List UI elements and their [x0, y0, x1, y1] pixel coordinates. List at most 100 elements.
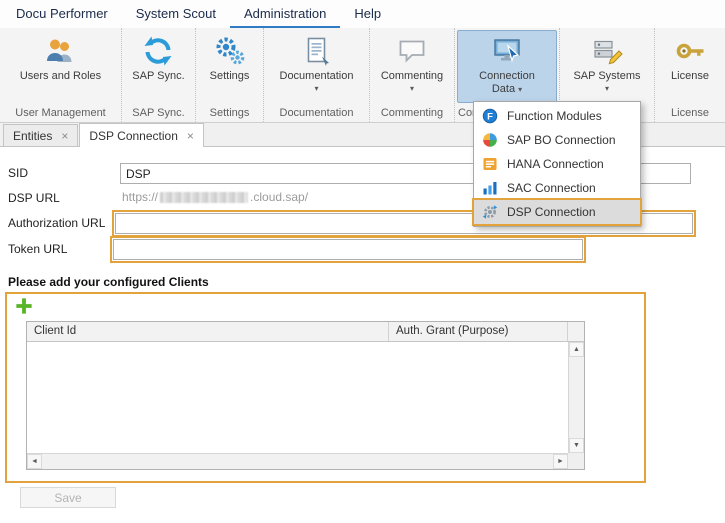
scroll-right-icon[interactable]: ► — [553, 454, 568, 469]
license-key-icon — [674, 35, 706, 67]
dsp-gear-icon — [482, 204, 498, 220]
column-header-auth-grant[interactable]: Auth. Grant (Purpose) — [389, 322, 568, 341]
users-icon — [44, 35, 76, 67]
menu-item-label: Docu Performer — [16, 6, 108, 21]
ribbon-button-label: SAP Sync. — [132, 70, 184, 83]
ribbon-button-label: Settings — [210, 70, 250, 83]
tab-label: DSP Connection — [89, 129, 178, 143]
dsp-url-value: https:// .cloud.sap/ — [122, 190, 308, 204]
sac-chart-icon — [482, 180, 498, 196]
column-header-client-id[interactable]: Client Id — [27, 322, 389, 341]
sid-label: SID — [8, 166, 28, 180]
token-url-highlight-box — [110, 236, 586, 263]
sap-systems-button[interactable]: SAP Systems ▾ — [566, 30, 647, 103]
tab-entities[interactable]: Entities × — [3, 124, 78, 146]
clients-panel-highlight-box: Client Id Auth. Grant (Purpose) ▲ ▼ ◄ ► — [5, 292, 646, 483]
clients-table: Client Id Auth. Grant (Purpose) ▲ ▼ ◄ ► — [26, 321, 585, 470]
plus-icon — [15, 297, 33, 315]
menu-item-sac-connection[interactable]: SAC Connection — [474, 176, 640, 200]
menu-item-function-modules[interactable]: F Function Modules — [474, 104, 640, 128]
connection-data-button[interactable]: Connection Data▾ — [457, 30, 557, 103]
menu-item-label: SAC Connection — [507, 181, 596, 195]
menu-item-docu-performer[interactable]: Docu Performer — [2, 0, 122, 28]
hana-icon — [482, 156, 498, 172]
menu-item-sap-bo-connection[interactable]: SAP BO Connection — [474, 128, 640, 152]
menu-item-label: Administration — [244, 6, 326, 21]
connection-data-icon — [491, 35, 523, 67]
menu-item-system-scout[interactable]: System Scout — [122, 0, 230, 28]
license-button[interactable]: License — [664, 30, 716, 103]
clients-table-header: Client Id Auth. Grant (Purpose) — [27, 322, 584, 342]
gears-icon — [214, 35, 246, 67]
dsp-url-suffix: .cloud.sap/ — [250, 190, 308, 204]
menu-item-label: System Scout — [136, 6, 216, 21]
ribbon-group-label: Documentation — [264, 103, 369, 122]
menu-bar: Docu Performer System Scout Administrati… — [0, 0, 725, 28]
chevron-down-icon: ▾ — [605, 85, 609, 93]
sap-sync-button[interactable]: SAP Sync. — [125, 30, 191, 103]
clients-table-body[interactable] — [27, 342, 568, 453]
add-client-button[interactable] — [15, 297, 33, 315]
sap-bo-pie-icon — [482, 132, 498, 148]
ribbon-button-label: Commenting — [381, 70, 443, 83]
menu-item-label: Function Modules — [507, 109, 602, 123]
ribbon-button-label: Users and Roles — [20, 70, 101, 83]
scroll-down-icon[interactable]: ▼ — [569, 438, 584, 453]
ribbon-group-label: Settings — [196, 103, 263, 122]
ribbon-button-label: Connection Data▾ — [464, 70, 550, 96]
tab-label: Entities — [13, 129, 52, 143]
redacted-url-segment — [160, 192, 248, 203]
authorization-url-label: Authorization URL — [8, 216, 105, 230]
chevron-down-icon: ▾ — [314, 85, 318, 93]
close-icon[interactable]: × — [187, 129, 194, 143]
menu-item-dsp-connection[interactable]: DSP Connection — [474, 200, 640, 224]
clients-heading: Please add your configured Clients — [8, 275, 209, 289]
menu-item-administration[interactable]: Administration — [230, 0, 340, 28]
tab-dsp-connection[interactable]: DSP Connection × — [79, 123, 204, 147]
scroll-up-icon[interactable]: ▲ — [569, 342, 584, 357]
ribbon-button-label: Documentation — [280, 70, 354, 83]
users-and-roles-button[interactable]: Users and Roles — [13, 30, 108, 103]
vertical-scrollbar[interactable]: ▲ ▼ — [568, 342, 584, 453]
close-icon[interactable]: × — [61, 129, 68, 143]
connection-data-menu: F Function Modules SAP BO Connection HAN… — [473, 101, 641, 227]
settings-button[interactable]: Settings — [203, 30, 257, 103]
comment-bubble-icon — [396, 35, 428, 67]
ribbon-group-commenting: Commenting ▾ Commenting — [370, 28, 455, 122]
document-icon — [301, 35, 333, 67]
dsp-url-label: DSP URL — [8, 191, 60, 205]
save-button[interactable]: Save — [20, 487, 116, 508]
menu-item-label: HANA Connection — [507, 157, 604, 171]
menu-item-label: SAP BO Connection — [507, 133, 616, 147]
horizontal-scrollbar[interactable]: ◄ ► — [27, 453, 568, 469]
ribbon-button-label-text: Connection Data — [479, 70, 535, 95]
menu-item-help[interactable]: Help — [340, 0, 395, 28]
documentation-button[interactable]: Documentation ▾ — [273, 30, 361, 103]
function-modules-icon: F — [482, 108, 498, 124]
ribbon-group-settings: Settings Settings — [196, 28, 264, 122]
column-header-filler — [568, 322, 584, 341]
menu-item-label: DSP Connection — [507, 205, 596, 219]
sync-icon — [142, 35, 174, 67]
ribbon-group-sap-sync: SAP Sync. SAP Sync. — [122, 28, 196, 122]
token-url-label: Token URL — [8, 242, 67, 256]
scrollbar-corner — [568, 453, 584, 469]
token-url-input[interactable] — [113, 239, 583, 260]
ribbon-group-documentation: Documentation ▾ Documentation — [264, 28, 370, 122]
ribbon-button-label: SAP Systems — [573, 70, 640, 83]
commenting-button[interactable]: Commenting ▾ — [374, 30, 450, 103]
sap-systems-icon — [591, 35, 623, 67]
menu-item-hana-connection[interactable]: HANA Connection — [474, 152, 640, 176]
chevron-down-icon: ▾ — [410, 85, 414, 93]
scroll-left-icon[interactable]: ◄ — [27, 454, 42, 469]
ribbon-group-label: User Management — [0, 103, 121, 122]
ribbon-button-label: License — [671, 70, 709, 83]
menu-item-label: Help — [354, 6, 381, 21]
ribbon-group-label: License — [655, 103, 725, 122]
ribbon-group-user-management: Users and Roles User Management — [0, 28, 122, 122]
ribbon-group-label: SAP Sync. — [122, 103, 195, 122]
dsp-url-prefix: https:// — [122, 190, 158, 204]
svg-text:F: F — [487, 112, 493, 123]
ribbon-group-license: License License — [655, 28, 725, 122]
ribbon-group-label: Commenting — [370, 103, 454, 122]
